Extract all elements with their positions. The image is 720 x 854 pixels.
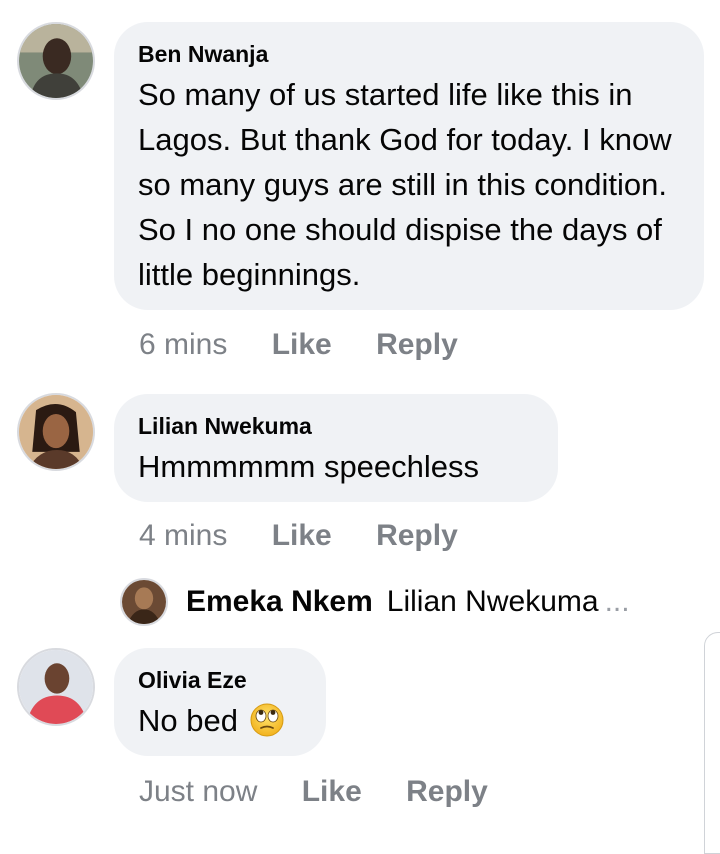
reply-button[interactable]: Reply	[406, 775, 488, 809]
like-button[interactable]: Like	[272, 519, 332, 553]
avatar-ben-nwanja[interactable]	[17, 22, 95, 100]
avatar-olivia-eze[interactable]	[17, 648, 95, 726]
reply-button[interactable]: Reply	[376, 519, 458, 553]
profile-photo-icon	[19, 24, 93, 98]
comment-bubble: Lilian Nwekuma Hmmmmmm speechless	[114, 394, 558, 502]
comment-actions: Just now Like Reply	[139, 775, 488, 809]
reply-button[interactable]: Reply	[376, 328, 458, 362]
profile-photo-icon	[19, 650, 93, 724]
edge-panel	[704, 632, 720, 854]
comment-text: Hmmmmmm speechless	[138, 449, 480, 484]
comment-timestamp: 4 mins	[139, 519, 228, 552]
more-ellipsis: ...	[604, 585, 630, 618]
reply-preview[interactable]: Emeka Nkem Lilian Nwekuma ...	[120, 576, 630, 628]
comment-actions: 4 mins Like Reply	[139, 519, 458, 553]
like-button[interactable]: Like	[302, 775, 362, 809]
avatar-emeka-nkem[interactable]	[120, 578, 168, 626]
comment-author[interactable]: Ben Nwanja	[138, 40, 678, 68]
comment-text: So many of us started life like this in …	[138, 77, 672, 292]
comment-text-content: No bed	[138, 703, 238, 738]
comment-author[interactable]: Olivia Eze	[138, 666, 300, 694]
like-button[interactable]: Like	[272, 328, 332, 362]
comment-timestamp: Just now	[139, 775, 258, 808]
profile-photo-icon	[19, 395, 93, 469]
profile-photo-icon	[122, 580, 166, 624]
avatar-lilian-nwekuma[interactable]	[17, 393, 95, 471]
comment-author[interactable]: Lilian Nwekuma	[138, 412, 532, 440]
reply-text: Lilian Nwekuma	[386, 585, 599, 618]
comment-actions: 6 mins Like Reply	[139, 328, 458, 362]
comment-text: No bed	[138, 698, 300, 743]
comment-bubble: Ben Nwanja So many of us started life li…	[114, 22, 704, 310]
eye-roll-emoji-icon	[250, 703, 284, 737]
comment-bubble: Olivia Eze No bed	[114, 648, 326, 756]
comment-timestamp: 6 mins	[139, 328, 228, 361]
reply-author[interactable]: Emeka Nkem	[186, 585, 373, 619]
